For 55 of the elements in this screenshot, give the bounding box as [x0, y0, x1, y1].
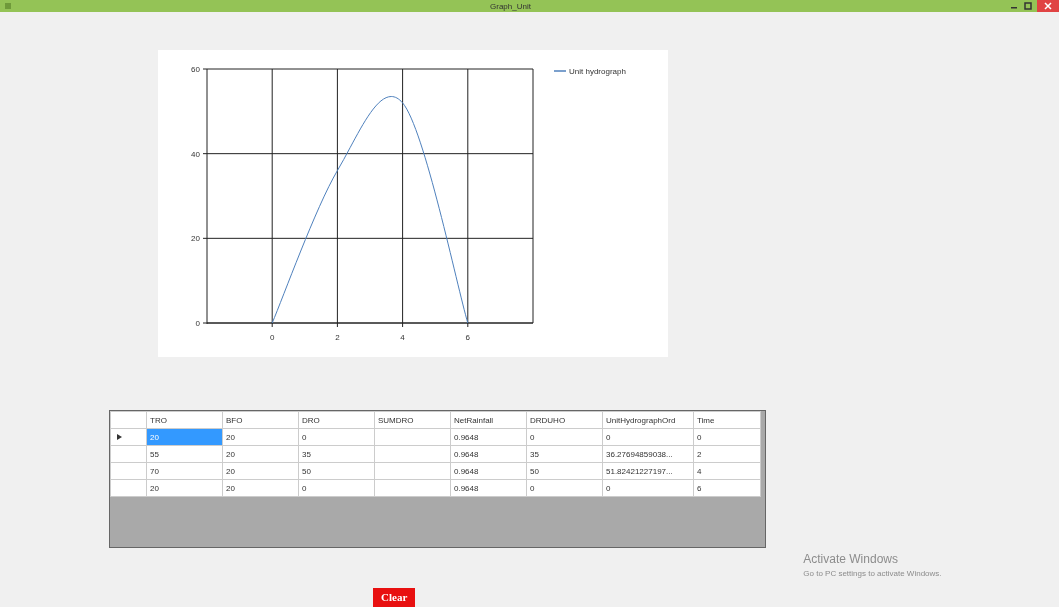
legend-label: Unit hydrograph	[569, 67, 626, 76]
clear-button[interactable]: Clear	[373, 588, 416, 607]
table-cell[interactable]: 0	[298, 479, 375, 497]
table-cell[interactable]: 70	[146, 462, 223, 480]
column-header[interactable]: Time	[693, 411, 761, 429]
table-cell[interactable]: 20	[222, 462, 299, 480]
table-cell[interactable]: 0.9648	[450, 462, 527, 480]
table-cell[interactable]: 0.9648	[450, 428, 527, 446]
column-header[interactable]: BFO	[222, 411, 299, 429]
column-header[interactable]: SUMDRO	[374, 411, 451, 429]
app-icon	[4, 2, 12, 10]
window-title: Graph_Unit	[489, 1, 532, 11]
activation-hint: Go to PC settings to activate Windows.	[803, 569, 942, 578]
table-cell[interactable]: 0.9648	[450, 479, 527, 497]
table-cell[interactable]: 0.9648	[450, 445, 527, 463]
x-tick-label: 2	[335, 333, 340, 342]
y-tick-label: 60	[191, 65, 200, 74]
x-tick-label: 4	[400, 333, 405, 342]
table-cell[interactable]	[374, 445, 451, 463]
table-cell[interactable]: 50	[526, 462, 603, 480]
table-cell[interactable]	[374, 479, 451, 497]
table-cell[interactable]: 20	[146, 479, 223, 497]
x-tick-label: 6	[465, 333, 471, 342]
table-cell[interactable]: 51.82421227197...	[602, 462, 694, 480]
table-cell[interactable]: 50	[298, 462, 375, 480]
table-cell[interactable]: 0	[693, 428, 761, 446]
table-cell[interactable]: 0	[602, 479, 694, 497]
table-cell[interactable]: 2	[693, 445, 761, 463]
table-cell[interactable]: 0	[298, 428, 375, 446]
table-cell[interactable]: 0	[526, 428, 603, 446]
column-header[interactable]: DRDUHO	[526, 411, 603, 429]
activation-title: Activate Windows	[803, 552, 899, 566]
y-tick-label: 0	[195, 319, 200, 328]
table-cell[interactable]: 35	[298, 445, 375, 463]
maximize-icon[interactable]	[1023, 2, 1033, 10]
table-cell[interactable]: 20	[222, 428, 299, 446]
y-tick-label: 40	[191, 149, 200, 159]
table-cell[interactable]	[374, 428, 451, 446]
close-icon[interactable]	[1037, 0, 1059, 12]
table-cell[interactable]: 0	[526, 479, 603, 497]
y-tick-label: 20	[191, 234, 200, 244]
column-header[interactable]: TRO	[146, 411, 223, 429]
table-cell[interactable]: 20	[222, 445, 299, 463]
table-cell[interactable]: 35	[526, 445, 603, 463]
table-cell[interactable]: 55	[146, 445, 223, 463]
column-header[interactable]: UnitHydrographOrd	[602, 411, 694, 429]
table-cell[interactable]: 0	[602, 428, 694, 446]
table-cell[interactable]: 6	[693, 479, 761, 497]
table-cell[interactable]: 4	[693, 462, 761, 480]
table-cell[interactable]	[374, 462, 451, 480]
column-header[interactable]: DRO	[298, 411, 375, 429]
table-cell[interactable]: 36.27694859038...	[602, 445, 694, 463]
x-tick-label: 0	[269, 333, 275, 342]
table-cell[interactable]: 20	[222, 479, 299, 497]
column-header[interactable]: NetRainfall	[450, 411, 527, 429]
